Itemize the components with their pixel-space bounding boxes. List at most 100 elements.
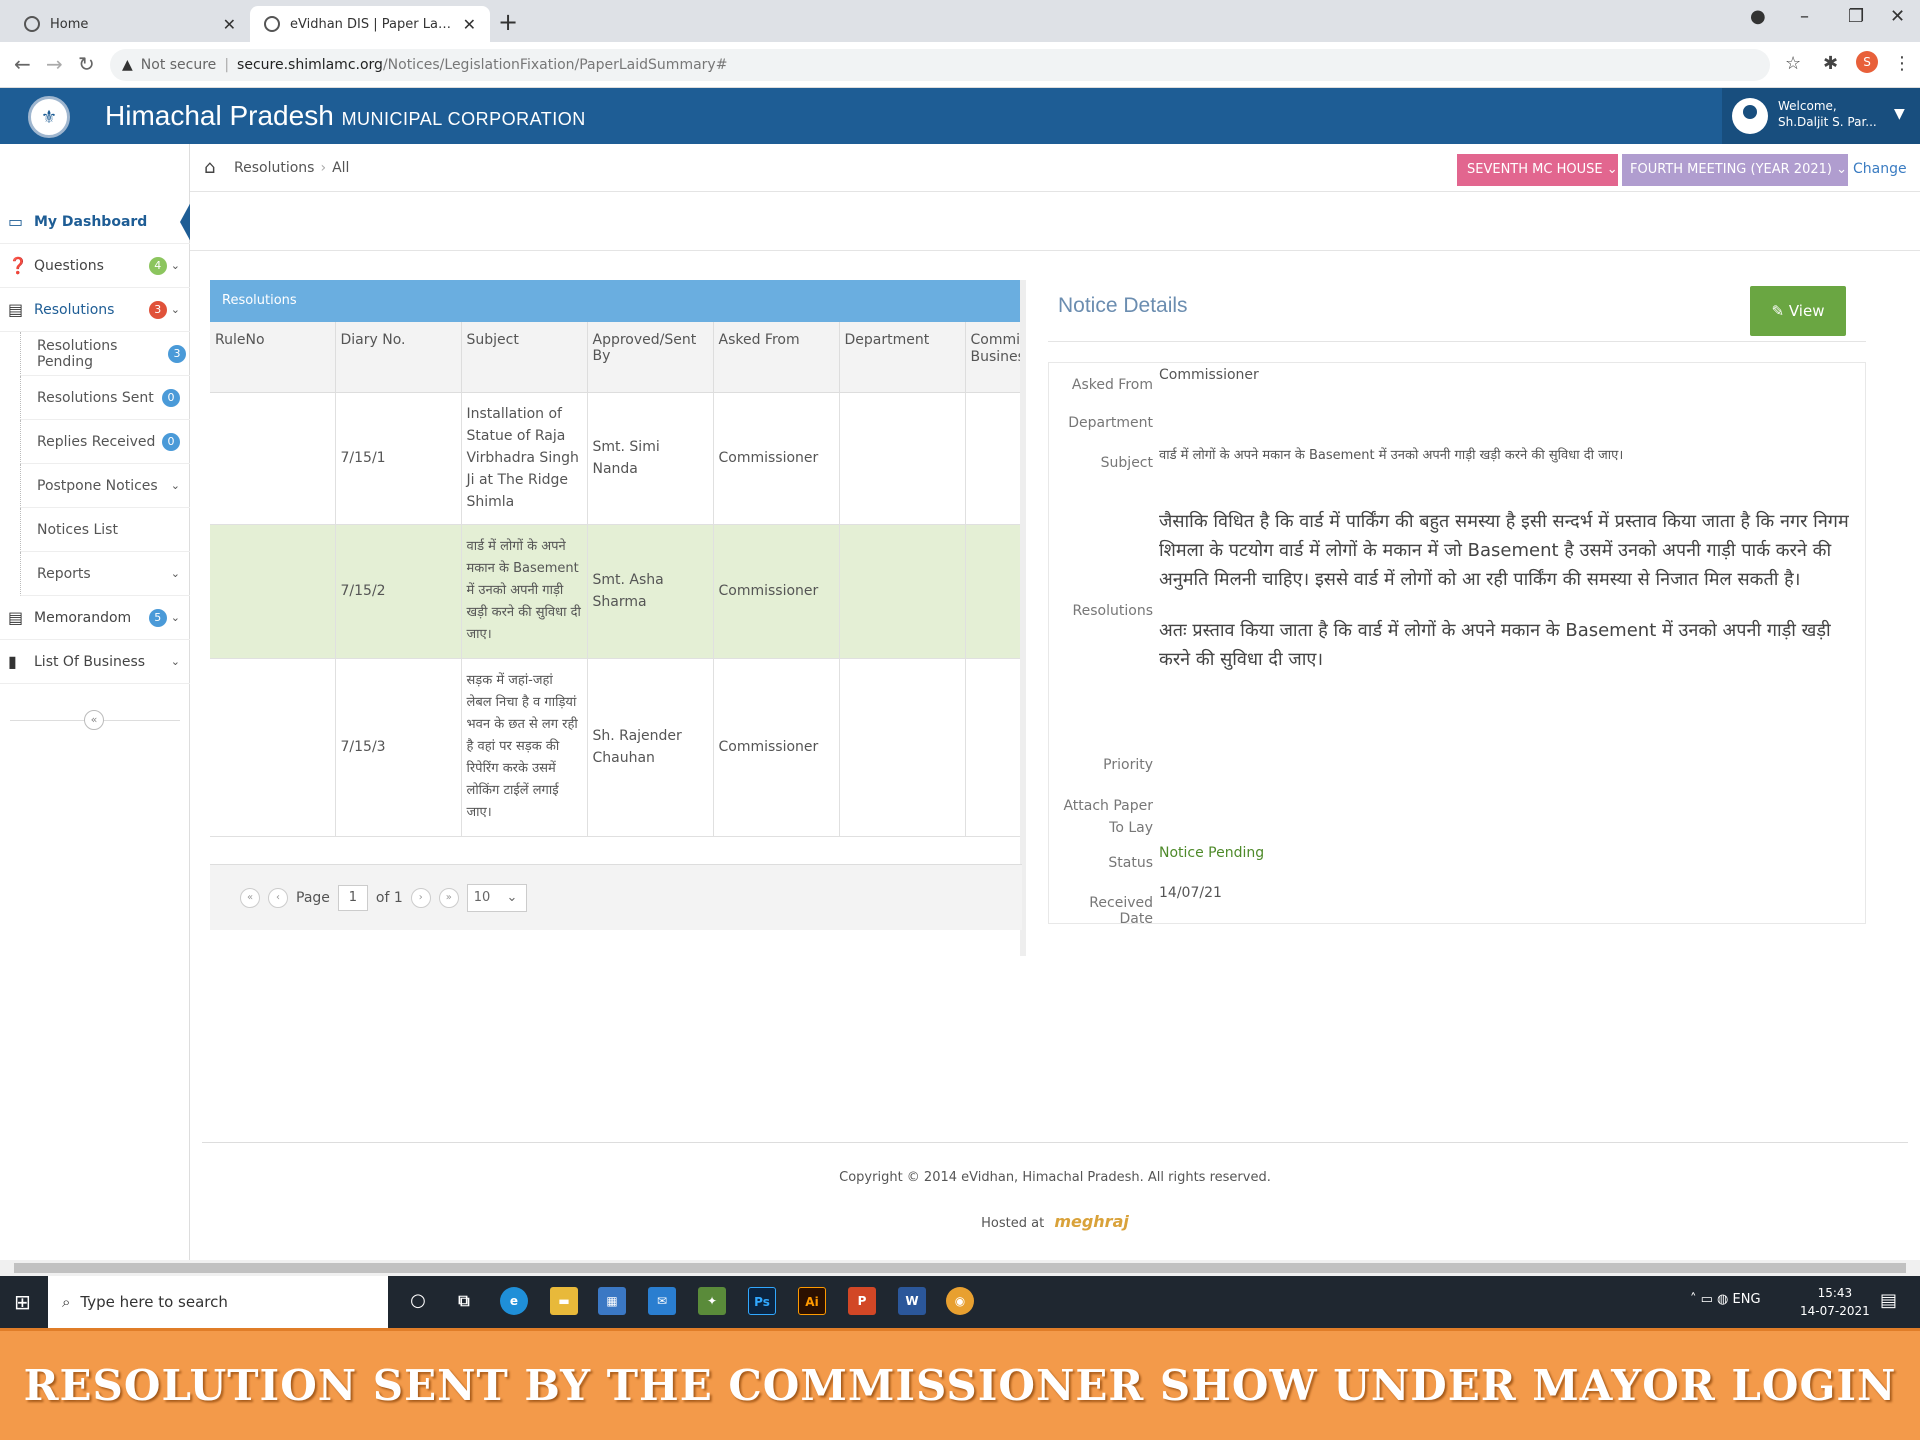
store-icon[interactable]: ▦ [598,1287,626,1315]
mail-icon[interactable]: ✉ [648,1287,676,1315]
vertical-scrollbar[interactable] [1020,280,1026,956]
sidebar-item-memorandom[interactable]: ▤ Memorandom 5 ⌄ [0,596,190,640]
back-icon[interactable]: ← [14,52,31,76]
chevron-down-icon: ⌄ [170,567,180,580]
home-icon[interactable]: ⌂ [204,157,215,178]
resolutions-grid: Resolutions RuleNo Diary No. Subject App… [210,280,1023,837]
clock[interactable]: 15:43 14-07-2021 [1800,1284,1870,1320]
task-view-icon[interactable]: ⧉ [450,1287,478,1315]
more-menu-icon[interactable]: ⋮ [1893,53,1911,74]
chevron-down-icon: ⌄ [170,611,180,624]
file-explorer-icon[interactable]: ▬ [550,1287,578,1315]
cell-approved: Sh. Rajender Chauhan [587,658,714,837]
page-size-select[interactable]: 10 ⌄ [466,883,527,912]
scrollbar-thumb[interactable] [14,1263,1906,1273]
edge-icon[interactable]: e [500,1287,528,1315]
divider [190,250,1920,251]
meeting-select-value: FOURTH MEETING (YEAR 2021) [1630,162,1832,177]
house-select[interactable]: SEVENTH MC HOUSE ⌄ [1457,154,1618,186]
pagination: « ‹ Page 1 of 1 › » 10 ⌄ [210,864,1022,930]
chevron-down-icon: ⌄ [170,303,180,316]
label-asked-from: Asked From [1071,377,1153,393]
column-header-department[interactable]: Department [839,322,966,393]
globe-icon [24,16,40,32]
sidebar-item-label: Memorandom [34,609,132,626]
cortana-icon[interactable]: ○ [404,1287,432,1315]
chevron-down-icon: ⌄ [170,259,180,272]
column-header-approved[interactable]: Approved/Sent By [587,322,714,393]
star-icon[interactable]: ☆ [1785,53,1801,74]
sidebar-item-questions[interactable]: ❓ Questions 4 ⌄ [0,244,190,288]
chrome-icon[interactable]: ◉ [946,1287,974,1315]
column-header-asked-from[interactable]: Asked From [713,322,840,393]
sidebar-item-resolutions-sent[interactable]: Resolutions Sent 0 [20,376,190,420]
meeting-select[interactable]: FOURTH MEETING (YEAR 2021) ⌄ [1622,154,1848,186]
shield-icon[interactable]: ● [1750,6,1766,27]
not-secure-label: Not secure [140,57,217,73]
breadcrumb-resolutions[interactable]: Resolutions [234,160,314,176]
sidebar-item-list-of-business[interactable]: ▮ List Of Business ⌄ [0,640,190,684]
powerpoint-icon[interactable]: P [848,1287,876,1315]
sidebar-item-replies-received[interactable]: Replies Received 0 [20,420,190,464]
sidebar-item-notices-list[interactable]: Notices List [20,508,190,552]
last-page-icon[interactable]: » [438,887,459,908]
taskbar-search[interactable]: ⌕ Type here to search [48,1276,388,1328]
url-field[interactable]: ▲ Not secure | secure.shimlamc.org/Notic… [110,49,1770,81]
table-row[interactable]: 7/15/2 वार्ड में लोगों के अपने मकान के B… [210,524,1023,659]
reload-icon[interactable]: ↻ [78,52,95,76]
sidebar-item-label: Resolutions Sent [37,389,154,406]
minimize-button[interactable]: – [1800,6,1809,27]
forward-icon[interactable]: → [46,52,63,76]
puzzle-icon[interactable]: ✱ [1823,53,1838,74]
first-page-icon[interactable]: « [240,887,260,908]
chevron-down-icon: ⌄ [506,889,518,905]
close-icon[interactable]: ✕ [463,15,476,34]
browser-tab-paper-laid[interactable]: eVidhan DIS | Paper Laid Summa ✕ [250,6,490,42]
sidebar-item-resolutions[interactable]: ▤ Resolutions 3 ⌄ [0,288,190,332]
sidebar-item-postpone-notices[interactable]: Postpone Notices ⌄ [20,464,190,508]
windows-start-icon[interactable]: ⊞ [14,1290,31,1314]
column-header-diary[interactable]: Diary No. [335,322,462,393]
app-icon[interactable]: ✦ [698,1287,726,1315]
maximize-button[interactable]: ❐ [1848,6,1864,27]
table-row[interactable]: 7/15/3 सड़क में जहां-जहां लेबल निचा है व… [210,658,1023,837]
sidebar-item-resolutions-pending[interactable]: Resolutions Pending 3 [20,332,190,376]
illustrator-icon[interactable]: Ai [798,1287,826,1315]
grid-title: Resolutions [210,280,1022,322]
label-subject: Subject [1100,455,1153,471]
cell-department [839,524,966,659]
system-tray[interactable]: ˄ ▭ ◍ ENG [1690,1292,1761,1307]
horizontal-scrollbar[interactable] [0,1260,1920,1276]
column-header-commit[interactable]: Commit Busines [965,322,1023,393]
copyright-text: Copyright © 2014 eVidhan, Himachal Prade… [839,1170,1271,1185]
change-link[interactable]: Change [1853,161,1907,177]
close-icon[interactable]: ✕ [223,15,236,34]
notification-icon[interactable]: ▤ [1880,1290,1897,1311]
browser-tab-home[interactable]: Home ✕ [10,6,250,42]
view-button[interactable]: ✎ View [1750,286,1846,336]
cell-ruleno [210,392,336,525]
clock-date: 14-07-2021 [1800,1304,1870,1318]
url-path: /Notices/LegislationFixation/PaperLaidSu… [382,57,728,73]
sidebar-item-dashboard[interactable]: ▭ My Dashboard [0,200,190,244]
column-header-subject[interactable]: Subject [461,322,588,393]
word-icon[interactable]: W [898,1287,926,1315]
cell-subject: सड़क में जहां-जहां लेबल निचा है व गाड़िय… [461,658,588,837]
next-page-icon[interactable]: › [410,887,431,908]
column-header-ruleno[interactable]: RuleNo [210,322,336,393]
user-menu[interactable]: Welcome, Sh.Daljit S. Par... ▼ [1722,88,1920,144]
page-input[interactable]: 1 [337,884,368,911]
collapse-sidebar-icon[interactable]: « [84,710,104,730]
new-tab-button[interactable]: + [498,8,518,36]
profile-avatar[interactable]: S [1856,51,1878,73]
close-window-button[interactable]: ✕ [1890,6,1905,27]
prev-page-icon[interactable]: ‹ [268,887,288,908]
count-badge: 3 [148,300,167,319]
breadcrumb-current: All [332,160,350,176]
cell-diary: 7/15/2 [335,524,462,659]
sidebar-item-reports[interactable]: Reports ⌄ [20,552,190,596]
house-select-value: SEVENTH MC HOUSE [1467,162,1603,177]
main-content: Resolutions RuleNo Diary No. Subject App… [190,192,1920,1260]
photoshop-icon[interactable]: Ps [748,1287,776,1315]
table-row[interactable]: 7/15/1 Installation of Statue of Raja Vi… [210,392,1023,525]
